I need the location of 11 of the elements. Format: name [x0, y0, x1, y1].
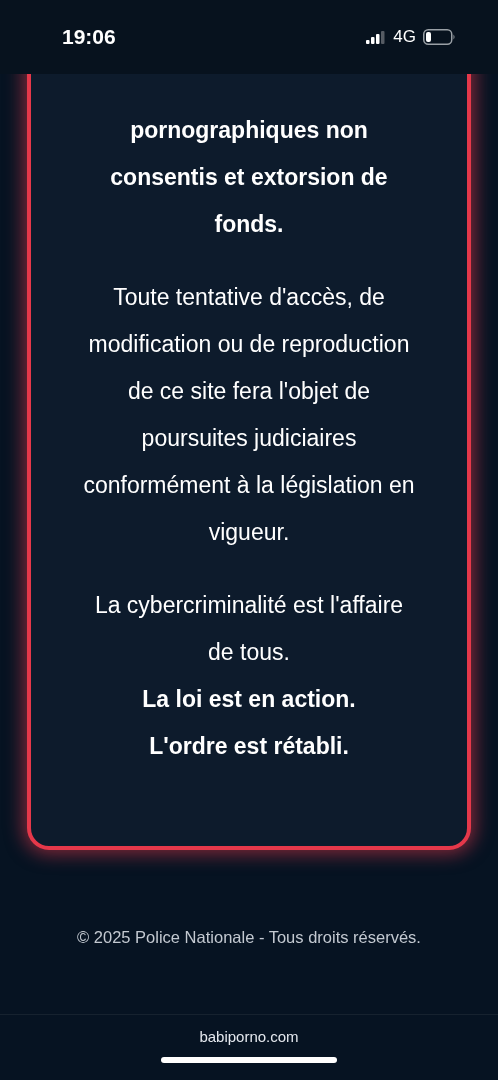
- copyright-text: © 2025 Police Nationale - Tous droits réservés.: [76, 928, 422, 947]
- status-time: 19:06: [62, 25, 116, 49]
- signal-icon: [366, 30, 387, 44]
- battery-icon: [423, 29, 456, 45]
- notice-text: La cybercriminalité est l'affaire de tous.: [93, 591, 405, 667]
- network-label: 4G: [393, 27, 416, 47]
- notice-text: L'ordre est rétabli.: [148, 732, 350, 761]
- url-text: babiporno.com: [199, 1028, 299, 1045]
- notice-text: La loi est en action.: [141, 685, 357, 714]
- notice-text: pornographiques non consentis et extorsion de fonds.: [109, 116, 389, 239]
- notice-text: Toute tentative d'accès, de modification ou de reproduction de ce site fera l'objet de poursuites judiciaires conformément à la législation en vigueur.: [83, 283, 415, 547]
